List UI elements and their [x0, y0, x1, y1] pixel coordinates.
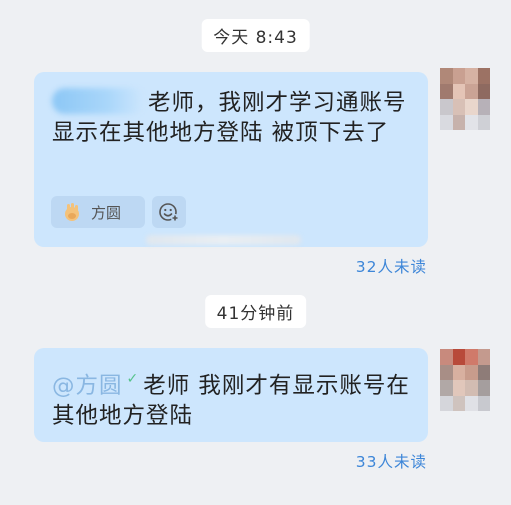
avatar-pixel: [477, 99, 490, 115]
message-text: @方圆 ✓ 老师 我刚才有显示账号在其他地方登陆: [52, 364, 410, 431]
avatar-pixel: [477, 83, 490, 99]
avatar-pixel: [452, 380, 465, 396]
avatar-pixel: [465, 364, 478, 380]
avatar-pixel: [440, 349, 453, 365]
avatar-pixel: [465, 114, 478, 130]
blurred-content: [146, 235, 301, 245]
avatar-pixel: [440, 364, 453, 380]
avatar-pixel: [452, 395, 465, 411]
avatar-pixel: [477, 364, 490, 380]
avatar-pixel: [440, 99, 453, 115]
avatar-pixel: [465, 349, 478, 365]
timestamp: 今天 8:43: [201, 19, 310, 52]
avatar-pixel: [477, 380, 490, 396]
avatar[interactable]: [440, 68, 490, 130]
avatar[interactable]: [440, 349, 490, 411]
avatar-pixel: [452, 349, 465, 365]
avatar-pixel: [465, 83, 478, 99]
avatar-pixel: [477, 349, 490, 365]
mention[interactable]: @方圆: [52, 373, 123, 399]
unread-count-link[interactable]: 33人未读: [356, 450, 427, 472]
avatar-pixel: [477, 395, 490, 411]
avatar-pixel: [465, 99, 478, 115]
avatar-pixel: [452, 114, 465, 130]
avatar-pixel: [465, 68, 478, 84]
avatar-pixel: [440, 83, 453, 99]
avatar-pixel: [452, 68, 465, 84]
message-bubble[interactable]: @方圆 ✓ 老师 我刚才有显示账号在其他地方登陆: [34, 348, 428, 442]
reaction-user-name: 方圆: [91, 203, 122, 222]
add-reaction-button[interactable]: [152, 196, 186, 228]
unread-count-link[interactable]: 32人未读: [356, 255, 427, 277]
avatar-pixel: [452, 99, 465, 115]
avatar-pixel: [477, 114, 490, 130]
avatar-pixel: [465, 380, 478, 396]
check-icon: ✓: [126, 371, 140, 387]
avatar-pixel: [440, 395, 453, 411]
avatar-pixel: [440, 380, 453, 396]
avatar-pixel: [440, 114, 453, 130]
avatar-pixel: [452, 83, 465, 99]
message-text: 老师，我刚才学习通账号显示在其他地方登陆 被顶下去了: [52, 88, 410, 148]
reaction-chip[interactable]: 方圆: [51, 196, 145, 228]
avatar-pixel: [452, 364, 465, 380]
hand-emoji-icon: [65, 203, 79, 221]
avatar-pixel: [477, 68, 490, 84]
avatar-pixel: [465, 395, 478, 411]
timestamp: 41分钟前: [204, 295, 307, 328]
emoji-add-icon: [159, 203, 179, 222]
message-bubble[interactable]: 老师，我刚才学习通账号显示在其他地方登陆 被顶下去了 方圆: [34, 72, 428, 247]
mention-blurred: [52, 88, 144, 114]
avatar-pixel: [440, 68, 453, 84]
